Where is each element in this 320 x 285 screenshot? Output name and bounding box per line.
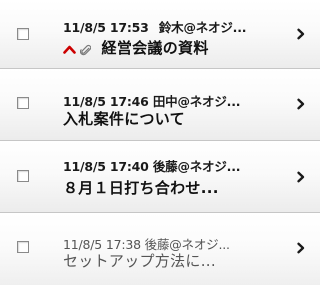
- message-meta: 11/8/5 17:40 後藤@ネオジ...: [63, 156, 240, 175]
- chevron-right-icon: [297, 171, 305, 183]
- message-time: 17:46: [109, 94, 149, 109]
- message-date: 11/8/5: [63, 159, 106, 174]
- message-sender: 田中@ネオジ...: [152, 94, 241, 109]
- message-subject-line: ８月１日打ち合わせ...: [63, 177, 219, 198]
- message-subject-line: 経営会議の資料: [63, 37, 209, 58]
- chevron-right-icon: [297, 242, 305, 254]
- message-sender: 後藤@ネオジ...: [152, 159, 241, 174]
- select-checkbox[interactable]: [17, 170, 29, 182]
- message-sender: 鈴木@ネオジ...: [158, 20, 247, 35]
- select-checkbox[interactable]: [17, 28, 29, 40]
- message-time: 17:53: [109, 20, 149, 35]
- message-subject: セットアップ方法に...: [63, 252, 216, 270]
- message-subject: 経営会議の資料: [101, 39, 209, 57]
- select-checkbox[interactable]: [17, 241, 29, 253]
- message-row[interactable]: 11/8/5 17:40 後藤@ネオジ... ８月１日打ち合わせ...: [0, 141, 320, 213]
- message-time: 17:40: [109, 159, 149, 174]
- message-subject: ８月１日打ち合わせ...: [63, 179, 219, 197]
- paperclip-icon: [80, 44, 91, 55]
- message-row[interactable]: 11/8/5 17:53 鈴木@ネオジ... 経営会議の資料: [0, 0, 320, 69]
- message-subject-line: セットアップ方法に...: [63, 250, 216, 271]
- up-caret-icon: [63, 45, 76, 54]
- chevron-right-icon: [297, 98, 305, 110]
- message-list: 11/8/5 17:53 鈴木@ネオジ... 経営会議の資料 11/8/5 17…: [0, 0, 320, 285]
- message-row[interactable]: 11/8/5 17:46 田中@ネオジ... 入札案件について: [0, 69, 320, 141]
- chevron-right-icon: [297, 28, 305, 40]
- message-row[interactable]: 11/8/5 17:38 後藤@ネオジ... セットアップ方法に...: [0, 213, 320, 285]
- message-meta: 11/8/5 17:53 鈴木@ネオジ...: [63, 17, 246, 36]
- message-flags: [63, 44, 91, 56]
- message-subject-line: 入札案件について: [63, 108, 185, 129]
- message-date: 11/8/5: [63, 94, 106, 109]
- message-subject: 入札案件について: [63, 110, 185, 128]
- message-date: 11/8/5: [63, 20, 106, 35]
- select-checkbox[interactable]: [17, 97, 29, 109]
